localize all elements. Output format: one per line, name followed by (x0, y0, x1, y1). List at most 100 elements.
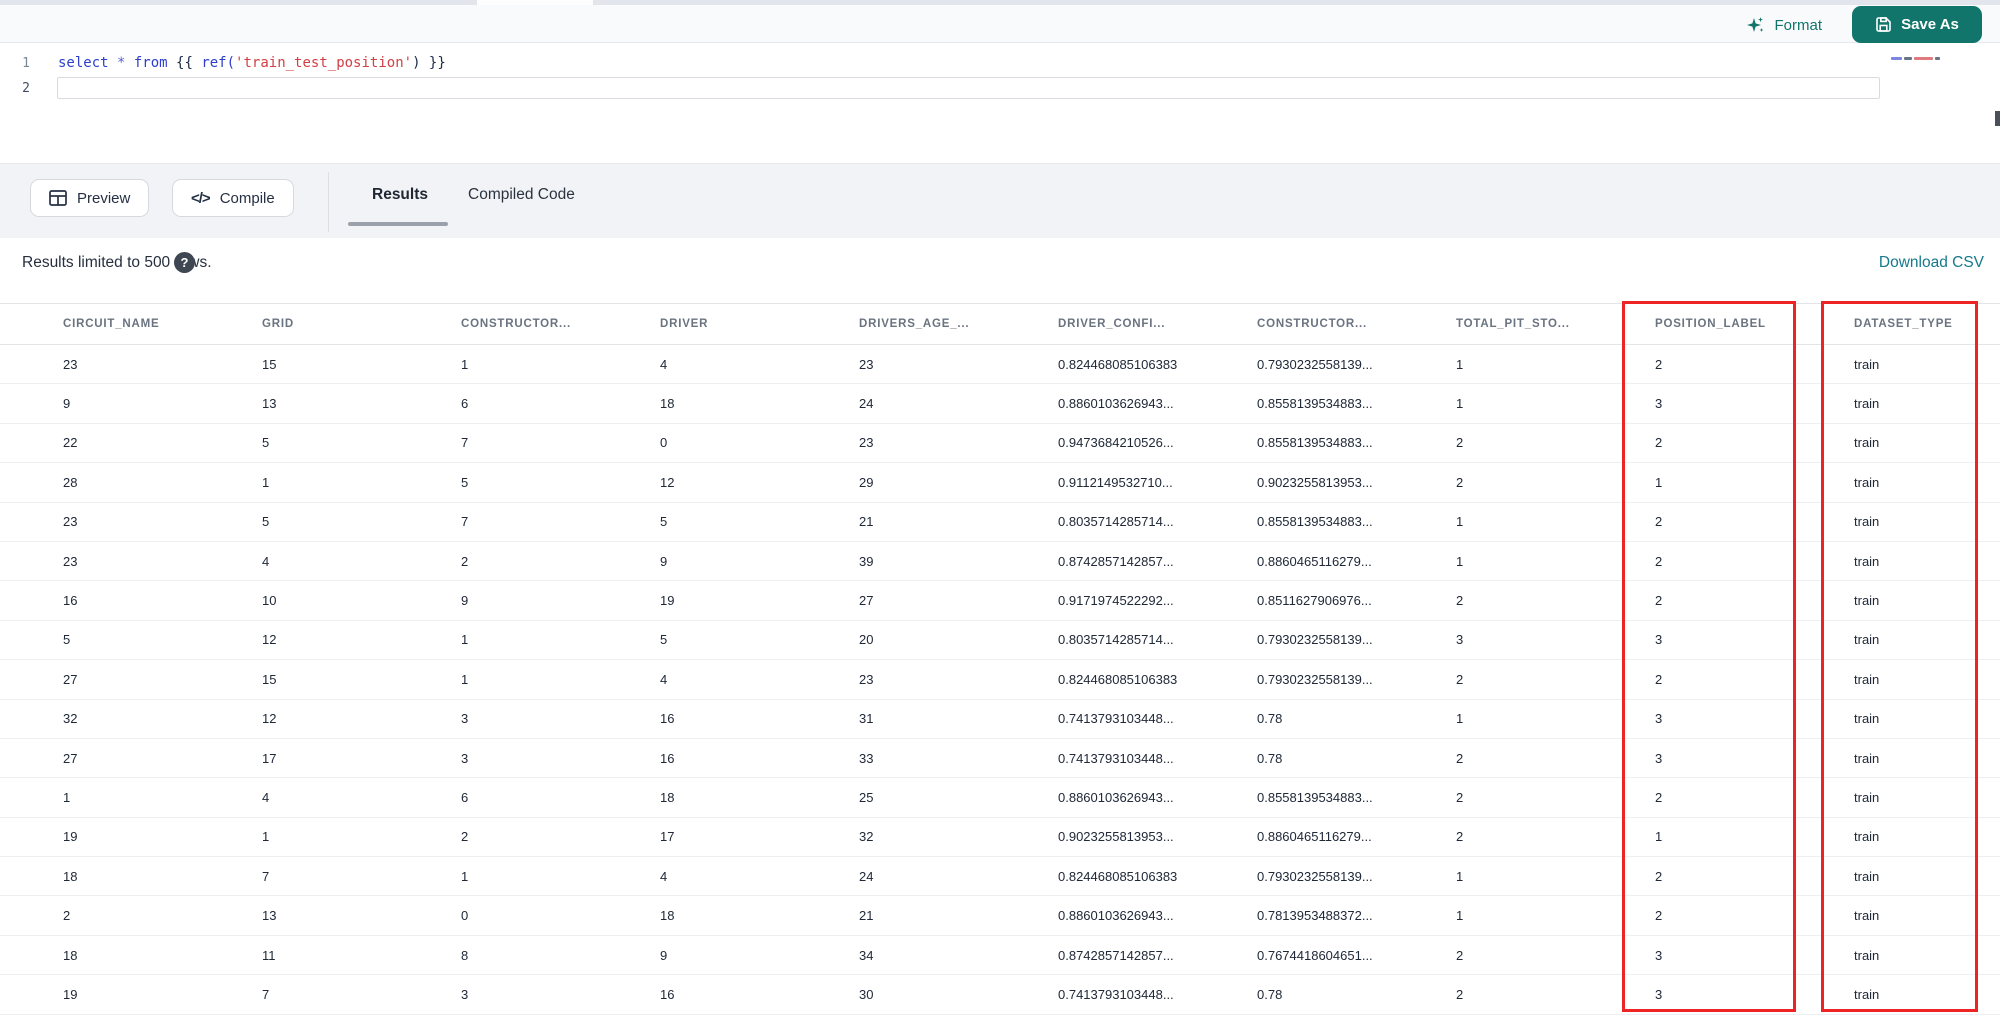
compile-button[interactable]: </> Compile (172, 179, 294, 217)
table-cell: 12 (660, 474, 675, 490)
table-cell: train (1854, 789, 1880, 805)
column-header-circuit_name[interactable]: CIRCUIT_NAME (48, 318, 247, 330)
column-header-dataset_type[interactable]: DATASET_TYPE (1839, 318, 2000, 330)
table-cell: 17 (660, 829, 675, 845)
table-cell: 18 (660, 789, 675, 805)
table-cell: 2 (1655, 514, 1663, 530)
code-line-1[interactable]: select * from {{ ref('train_test_positio… (58, 52, 446, 75)
table-cell: 1 (262, 829, 270, 845)
column-header-grid[interactable]: GRID (247, 318, 446, 330)
table-cell: train (1854, 356, 1880, 372)
table-row: 23 5 7 5 21 0.8035714285714... 0.8558139534883… (0, 502, 2000, 542)
table-cell: 0.7930232558139... (1257, 671, 1373, 687)
table-cell: 12 (262, 711, 277, 727)
compile-button-label: Compile (219, 189, 275, 207)
table-cell: train (1854, 947, 1880, 963)
table-cell: 32 (859, 829, 874, 845)
table-cell: 1 (1456, 396, 1464, 412)
tab-compiled-code[interactable]: Compiled Code (468, 186, 575, 204)
table-cell: train (1854, 711, 1880, 727)
editor-minimap[interactable] (1885, 43, 2000, 163)
table-cell: train (1854, 593, 1880, 609)
table-cell: 0.7413793103448... (1058, 986, 1174, 1002)
table-cell: 0.824468085106383 (1058, 868, 1178, 884)
column-header-drivers_age_[interactable]: DRIVERS_AGE_... (844, 318, 1043, 330)
table-cell: 3 (1655, 986, 1663, 1002)
table-cell: 0.7413793103448... (1058, 750, 1174, 766)
table-row: 1 4 6 18 25 0.8860103626943... 0.8558139534883… (0, 778, 2000, 818)
table-cell: 33 (859, 750, 874, 766)
current-line-highlight (57, 77, 1880, 99)
table-cell: 9 (660, 947, 668, 963)
table-cell: 16 (660, 986, 675, 1002)
table-cell: 0.7930232558139... (1257, 356, 1373, 372)
table-cell: 1 (1456, 553, 1464, 569)
table-cell: 7 (461, 435, 469, 451)
column-header-driver_confi[interactable]: DRIVER_CONFI... (1043, 318, 1242, 330)
sql-keyword: from (133, 55, 177, 71)
table-cell: 8 (461, 947, 469, 963)
table-cell: 13 (262, 908, 277, 924)
table-cell: 23 (63, 553, 78, 569)
table-cell: 32 (63, 711, 78, 727)
table-cell: 5 (63, 632, 71, 648)
table-icon (49, 190, 67, 206)
table-cell: 2 (1655, 789, 1663, 805)
table-cell: 19 (63, 986, 78, 1002)
table-cell: 3 (1655, 947, 1663, 963)
sql-keyword: select (58, 55, 118, 71)
sparkle-icon (1746, 16, 1765, 35)
table-cell: train (1854, 829, 1880, 845)
help-icon[interactable]: ? (174, 252, 195, 273)
minimap-code-line (1891, 57, 1940, 61)
table-cell: 2 (1456, 593, 1464, 609)
table-row: 19 1 2 17 32 0.9023255813953... 0.886046511627… (0, 817, 2000, 858)
table-cell: 0.9473684210526... (1058, 435, 1174, 451)
table-row: 16 10 9 19 27 0.9171974522292... 0.85116279069… (0, 581, 2000, 621)
model-name-string: 'train_test_position' (235, 55, 413, 71)
preview-button[interactable]: Preview (30, 179, 150, 217)
column-header-driver[interactable]: DRIVER (645, 318, 844, 330)
jinja-open-braces: {{ (176, 55, 202, 71)
table-cell: 7 (461, 514, 469, 530)
save-as-button-label: Save As (1901, 16, 1959, 33)
save-as-button[interactable]: Save As (1852, 6, 1982, 43)
table-cell: 0.8558139534883... (1257, 514, 1373, 530)
column-header-total_pit_sto[interactable]: TOTAL_PIT_STO... (1441, 318, 1640, 330)
table-cell: 6 (461, 789, 469, 805)
table-cell: 21 (859, 514, 874, 530)
table-cell: 18 (660, 396, 675, 412)
table-cell: 2 (1456, 789, 1464, 805)
table-cell: 0.8035714285714... (1058, 632, 1174, 648)
tab-results[interactable]: Results (372, 186, 428, 204)
table-cell: 0.8558139534883... (1257, 789, 1373, 805)
table-cell: 2 (1456, 750, 1464, 766)
table-cell: 1 (262, 474, 270, 490)
table-cell: 2 (1655, 868, 1663, 884)
table-cell: 0.8860103626943... (1058, 396, 1174, 412)
table-cell: 4 (660, 671, 668, 687)
table-cell: 0.78 (1257, 711, 1283, 727)
table-cell: 2 (1456, 474, 1464, 490)
table-cell: 19 (63, 829, 78, 845)
table-cell: 18 (660, 908, 675, 924)
table-cell: 17 (262, 750, 277, 766)
table-cell: 5 (262, 435, 270, 451)
table-cell: 16 (660, 750, 675, 766)
table-cell: train (1854, 750, 1880, 766)
column-header-position_label[interactable]: POSITION_LABEL (1640, 318, 1839, 330)
table-cell: 7 (262, 868, 270, 884)
table-row: 23 15 1 4 23 0.824468085106383 0.7930232558139… (0, 345, 2000, 385)
column-header-constructor[interactable]: CONSTRUCTOR... (1242, 318, 1441, 330)
editor-scrollbar[interactable] (1995, 111, 2000, 126)
table-cell: 4 (660, 356, 668, 372)
table-cell: 2 (1655, 671, 1663, 687)
format-button[interactable]: Format (1746, 11, 1822, 39)
column-header-constructor[interactable]: CONSTRUCTOR... (446, 318, 645, 330)
table-cell: 0.8860103626943... (1058, 908, 1174, 924)
sql-editor[interactable]: 1 2 select * from {{ ref('train_test_pos… (0, 43, 2000, 163)
table-cell: train (1854, 553, 1880, 569)
table-row: 28 1 5 12 29 0.9112149532710... 0.902325581395… (0, 463, 2000, 503)
table-cell: 2 (1456, 986, 1464, 1002)
download-csv-link[interactable]: Download CSV (1879, 254, 1984, 272)
